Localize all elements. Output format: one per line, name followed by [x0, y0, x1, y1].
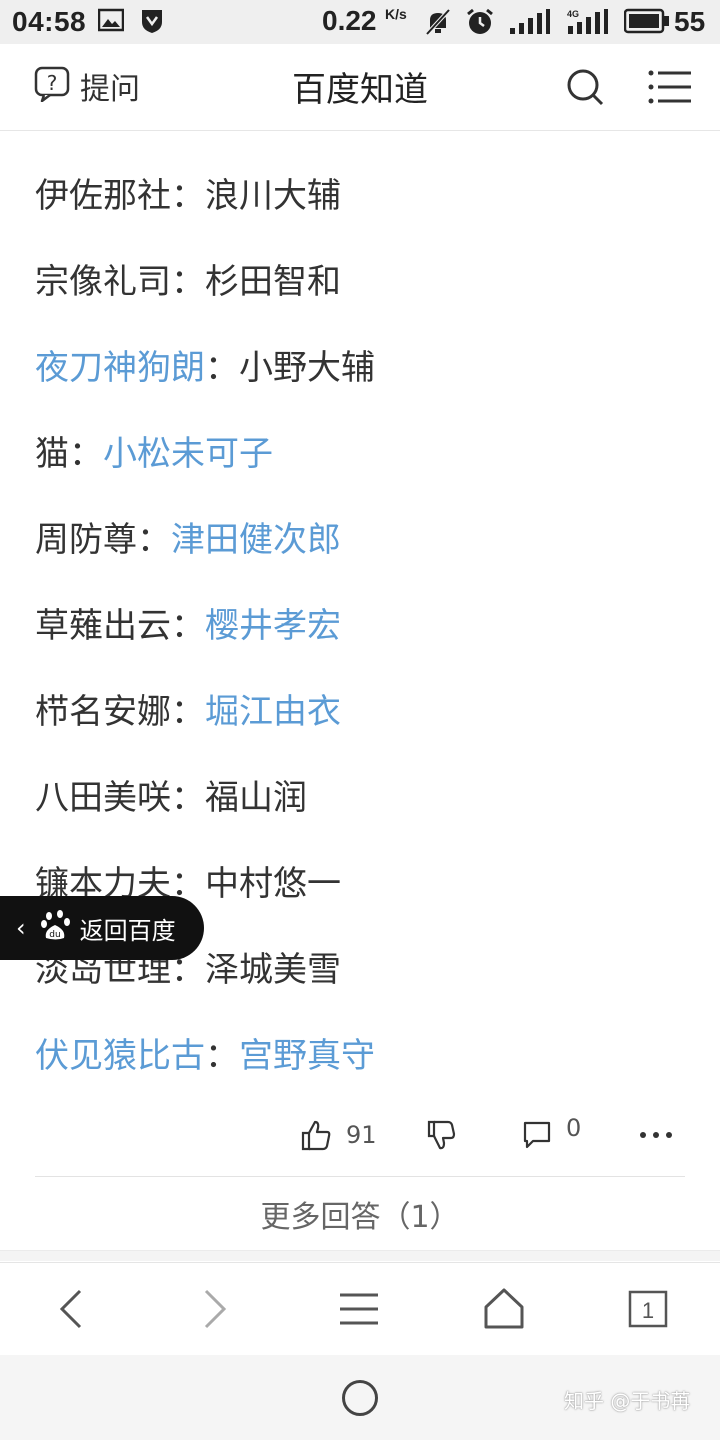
back-to-baidu-label: 返回百度	[79, 916, 176, 945]
voice-actor-name: 浪川大辅	[205, 176, 341, 216]
forward-arrow-icon	[204, 1289, 227, 1329]
character-name: 宗像礼司	[35, 262, 171, 302]
back-arrow-icon	[59, 1289, 82, 1329]
network-speed-unit: K/s	[385, 6, 407, 22]
voice-actor-name: 小野大辅	[239, 348, 375, 388]
thumbs-up-icon	[301, 1120, 331, 1151]
menu-button[interactable]	[648, 70, 692, 104]
separator: ：	[69, 434, 103, 474]
character-name: 猫	[35, 434, 69, 474]
separator: ：	[171, 692, 205, 732]
dislike-button[interactable]	[426, 1110, 456, 1160]
separator: ：	[171, 778, 205, 818]
back-to-baidu-button[interactable]: ‹ du 返回百度	[0, 896, 204, 960]
character-link[interactable]: 夜刀神狗朗	[35, 348, 205, 388]
separator: ：	[171, 262, 205, 302]
separator: ：	[171, 176, 205, 216]
browser-tabs-button[interactable]: 1	[628, 1285, 668, 1333]
separator: ：	[205, 348, 239, 388]
answer-line: 伊佐那社：浪川大辅	[35, 150, 685, 236]
voice-actor-link[interactable]: 堀江由衣	[205, 692, 341, 732]
svg-text:4G: 4G	[567, 9, 579, 19]
character-name: 栉名安娜	[35, 692, 171, 732]
ask-button[interactable]: ? 提问	[34, 66, 140, 107]
svg-text:1: 1	[642, 1298, 654, 1323]
separator: ：	[205, 1036, 239, 1076]
character-name: 草薙出云	[35, 606, 171, 646]
thumbs-down-icon	[427, 1120, 456, 1150]
character-name: 八田美咲	[35, 778, 171, 818]
tabs-icon: 1	[628, 1290, 668, 1328]
watermark: 知乎 @于书苒	[564, 1389, 691, 1413]
more-answers-link[interactable]: 更多回答（1）	[0, 1192, 720, 1236]
svg-text:?: ?	[47, 71, 58, 95]
voice-actor-link[interactable]: 津田健次郎	[171, 520, 341, 560]
home-icon	[484, 1288, 524, 1329]
hamburger-icon	[340, 1293, 378, 1325]
browser-forward-button[interactable]	[198, 1285, 232, 1333]
mute-icon	[424, 8, 452, 41]
browser-back-button[interactable]	[54, 1285, 88, 1333]
divider	[35, 1176, 685, 1177]
voice-actor-name: 杉田智和	[205, 262, 341, 302]
voice-actor-link[interactable]: 宫野真守	[239, 1036, 375, 1076]
shield-icon	[140, 8, 164, 39]
alarm-icon	[466, 8, 494, 41]
answer-line: 猫：小松未可子	[35, 408, 685, 494]
answer-actions: 91 0	[0, 1110, 720, 1160]
separator: ：	[137, 520, 171, 560]
top-bar: ? 提问 百度知道	[0, 44, 720, 131]
browser-home-button[interactable]	[482, 1285, 526, 1333]
character-name: 伊佐那社	[35, 176, 171, 216]
answer-line: 伏见猿比古：宫野真守	[35, 1010, 685, 1096]
character-name: 周防尊	[35, 520, 137, 560]
like-button[interactable]: 91	[300, 1110, 377, 1160]
answer-line: 八田美咲：福山润	[35, 752, 685, 838]
browser-toolbar: 1	[0, 1262, 720, 1355]
answer-line: 草薙出云：樱井孝宏	[35, 580, 685, 666]
network-speed: 0.22	[322, 5, 377, 36]
signal-icon	[508, 8, 550, 41]
gallery-icon	[97, 8, 125, 37]
baidu-paw-icon: du	[40, 910, 72, 946]
more-options-button[interactable]	[638, 1110, 674, 1160]
more-dots-icon	[640, 1132, 672, 1138]
like-count: 91	[346, 1121, 377, 1149]
menu-icon	[648, 70, 691, 104]
search-button[interactable]	[566, 68, 604, 106]
signal-4g-icon: 4G	[566, 8, 608, 41]
comment-button[interactable]: 0	[522, 1110, 581, 1160]
battery-icon	[623, 8, 670, 39]
voice-actor-link[interactable]: 小松未可子	[103, 434, 273, 474]
answer-line: 周防尊：津田健次郎	[35, 494, 685, 580]
answer-line: 宗像礼司：杉田智和	[35, 236, 685, 322]
voice-actor-name: 福山润	[205, 778, 307, 818]
comment-icon	[523, 1121, 551, 1149]
comment-count: 0	[566, 1114, 582, 1142]
answer-line: 夜刀神狗朗：小野大辅	[35, 322, 685, 408]
search-icon	[567, 69, 604, 106]
chevron-left-icon: ‹	[16, 914, 26, 942]
ask-label: 提问	[80, 72, 140, 107]
voice-actor-name: 中村悠一	[205, 864, 341, 904]
status-bar: 04:58 0.22 K/s 4G 55	[0, 0, 720, 44]
character-link[interactable]: 伏见猿比古	[35, 1036, 205, 1076]
svg-text:du: du	[49, 930, 60, 940]
battery-level: 55	[674, 6, 706, 37]
answer-line: 栉名安娜：堀江由衣	[35, 666, 685, 752]
system-home-button[interactable]	[342, 1380, 378, 1416]
voice-actor-name: 泽城美雪	[205, 950, 341, 990]
separator: ：	[171, 606, 205, 646]
system-nav-bar: 知乎 @于书苒	[0, 1355, 720, 1440]
question-icon: ?	[34, 66, 70, 106]
status-time: 04:58	[12, 6, 87, 37]
browser-menu-button[interactable]	[338, 1285, 380, 1333]
voice-actor-link[interactable]: 樱井孝宏	[205, 606, 341, 646]
section-separator	[0, 1250, 720, 1261]
